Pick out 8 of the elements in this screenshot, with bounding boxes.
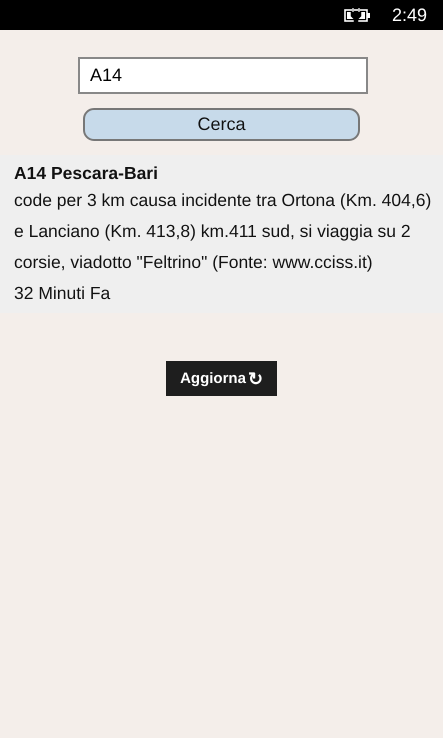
search-field[interactable]: A14: [78, 57, 368, 94]
result-description: code per 3 km causa incidente tra Ortona (Km. 404,6) e Lanciano (Km. 413,8) km.411 sud, si viaggia su 2 corsie, viadotto "Feltrino" (Fonte: www.cciss.it): [14, 189, 432, 274]
result-age: 32 Minuti Fa: [14, 282, 110, 305]
refresh-button[interactable]: Aggiorna↻: [166, 361, 277, 396]
result-title: A14 Pescara-Bari: [14, 162, 159, 185]
refresh-icon: ↻: [248, 368, 263, 390]
clock-time: 2:49: [392, 4, 427, 26]
search-button[interactable]: Cerca: [83, 108, 360, 141]
